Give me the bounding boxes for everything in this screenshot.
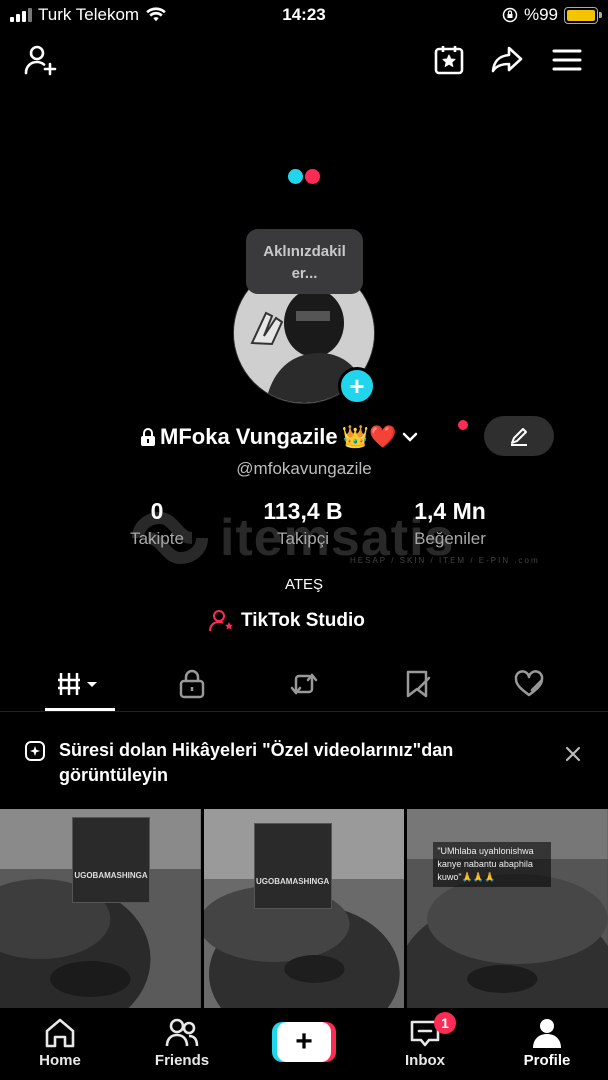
favorites-icon	[406, 670, 431, 698]
private-account-lock-icon	[141, 428, 155, 446]
nav-label: Inbox	[405, 1052, 445, 1069]
chevron-down-icon[interactable]	[400, 427, 420, 447]
tab-videos[interactable]	[45, 660, 115, 708]
stat-likes[interactable]: 1,4 Mn Beğeniler	[400, 498, 500, 549]
nav-label: Home	[39, 1052, 81, 1069]
tab-reposts[interactable]	[269, 660, 339, 708]
inbox-badge: 1	[434, 1012, 456, 1034]
note-bubble[interactable]: Aklınızdakil er...	[246, 229, 363, 294]
private-lock-icon	[179, 669, 205, 699]
banner-text: Süresi dolan Hikâyeleri "Özel videoların…	[59, 740, 454, 785]
studio-label: TikTok Studio	[241, 610, 365, 631]
friends-icon	[165, 1018, 199, 1047]
video-thumbnail[interactable]: "UMhlaba uyahlonishwa kanye nabantu abap…	[407, 809, 608, 1008]
close-icon[interactable]	[564, 745, 582, 763]
tiktok-studio-link[interactable]: TikTok Studio	[209, 609, 365, 633]
poster-overlay: UGOBAMASHINGA	[253, 823, 332, 909]
tab-favorites[interactable]	[383, 660, 453, 708]
profile-bio: ATEŞ	[284, 576, 324, 593]
stat-label: Takipçi	[277, 529, 329, 548]
profile-topbar	[0, 40, 608, 84]
videos-grid-icon	[58, 673, 97, 695]
stat-value: 1,4 Mn	[414, 498, 486, 524]
liked-icon	[514, 670, 544, 697]
add-story-button[interactable]: +	[338, 367, 376, 405]
menu-icon[interactable]	[547, 40, 587, 80]
poster-title: UGOBAMASHINGA	[256, 877, 330, 886]
calendar-star-icon[interactable]	[429, 40, 469, 80]
video-thumbnail[interactable]: UGOBAMASHINGA	[0, 809, 201, 1008]
repost-icon	[290, 673, 318, 695]
story-sparkle-icon	[25, 741, 45, 761]
loading-dots	[288, 169, 320, 184]
nav-profile[interactable]: Profile	[507, 1016, 587, 1069]
tab-private[interactable]	[157, 660, 227, 708]
stat-value: 113,4 B	[263, 498, 343, 524]
home-icon	[45, 1018, 75, 1048]
stat-label: Takipte	[130, 529, 184, 548]
cyan-dot	[288, 169, 303, 184]
video-grid: UGOBAMASHINGA UGOBAMASHINGA "UMhlaba uya…	[0, 809, 608, 1008]
pencil-icon	[511, 428, 527, 446]
stat-followers[interactable]: 113,4 B Takipçi	[248, 498, 358, 549]
display-name: MFoka Vungazile	[160, 424, 338, 449]
red-dot	[305, 169, 320, 184]
orientation-lock-icon	[502, 7, 518, 23]
plus-icon: +	[277, 1022, 331, 1062]
battery-percent: %99	[523, 5, 558, 24]
stories-banner[interactable]: Süresi dolan Hikâyeleri "Özel videoların…	[0, 712, 608, 809]
status-right: %99	[502, 5, 602, 25]
poster-title: UGOBAMASHINGA	[74, 871, 148, 880]
video-thumbnail-image	[407, 809, 608, 1008]
nav-label: Profile	[523, 1052, 571, 1069]
username: @mfokavungazile	[236, 459, 372, 478]
studio-person-icon	[209, 610, 233, 632]
nav-friends[interactable]: Friends	[142, 1016, 222, 1069]
bottom-nav: Home Friends + Inbox Profile	[0, 1008, 608, 1080]
edit-profile-button[interactable]	[484, 416, 554, 456]
account-switch-dot	[458, 420, 468, 430]
name-emojis: 👑❤️	[341, 424, 397, 449]
nav-label: Friends	[154, 1052, 210, 1069]
battery-icon	[564, 6, 602, 24]
name-row[interactable]: MFoka Vungazile 👑❤️	[140, 420, 468, 454]
watermark-subtext: HESAP / SKIN / ITEM / E-PIN .com	[350, 556, 540, 565]
add-friend-icon[interactable]	[21, 40, 61, 80]
video-thumbnail[interactable]: UGOBAMASHINGA	[203, 809, 405, 1008]
nav-home[interactable]: Home	[20, 1016, 100, 1069]
poster-overlay: UGOBAMASHINGA	[72, 817, 150, 903]
tab-liked[interactable]	[494, 660, 564, 708]
profile-icon	[533, 1019, 561, 1048]
stat-value: 0	[150, 498, 164, 524]
create-video-button[interactable]: +	[272, 1022, 336, 1062]
stat-label: Beğeniler	[414, 529, 486, 548]
content-tabs	[0, 660, 608, 710]
share-icon[interactable]	[487, 40, 527, 80]
stat-following[interactable]: 0 Takipte	[117, 498, 197, 549]
status-bar: Turk Telekom 14:23 %99	[0, 0, 608, 32]
video-caption: "UMhlaba uyahlonishwa kanye nabantu abap…	[433, 842, 552, 887]
